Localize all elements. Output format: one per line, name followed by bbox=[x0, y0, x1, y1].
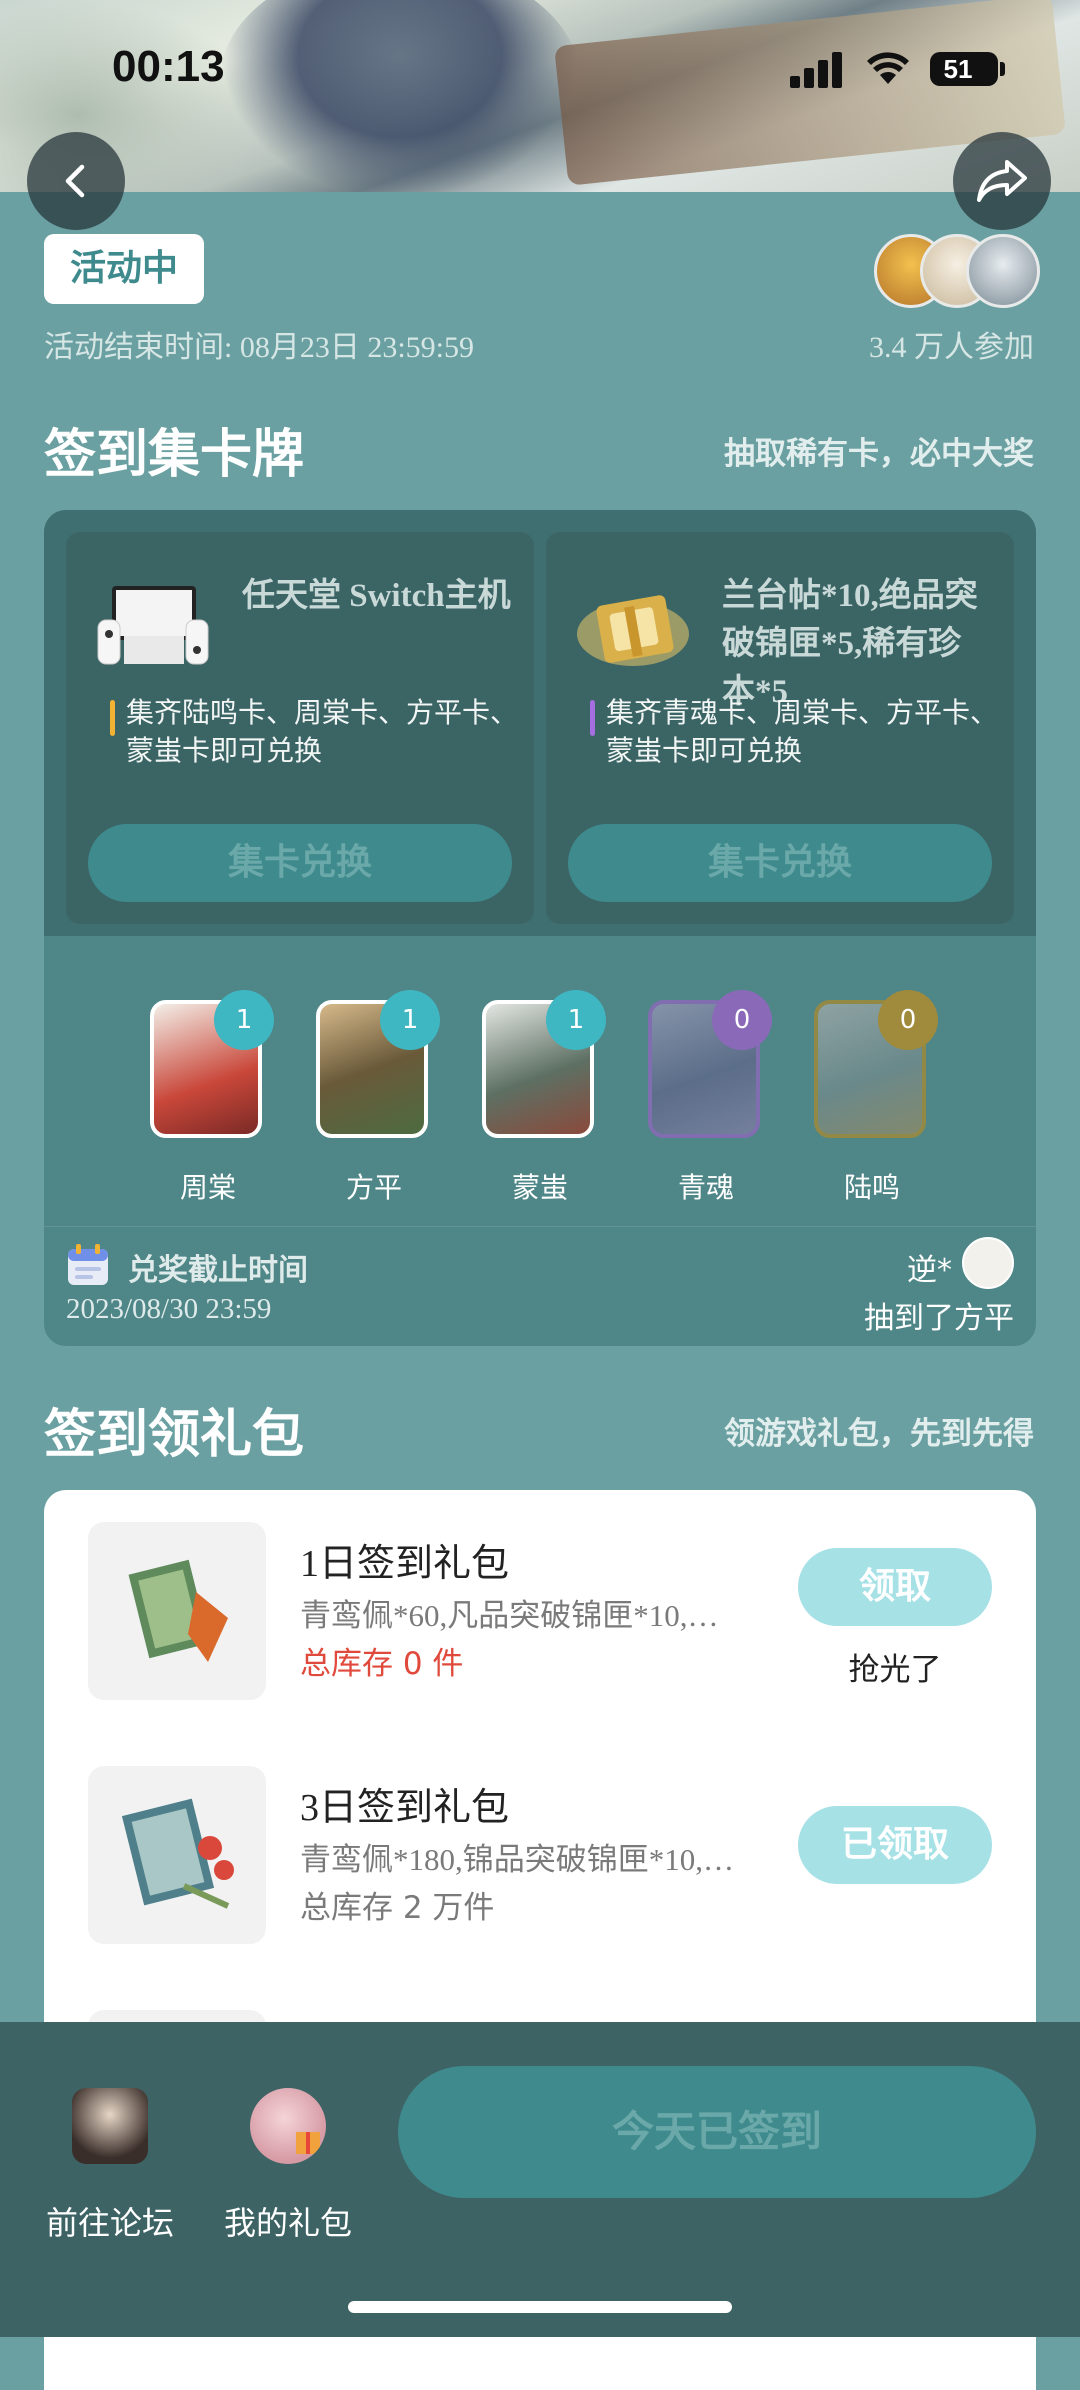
claimed-button[interactable]: 已领取 bbox=[798, 1806, 992, 1884]
card-name: 蒙蚩 bbox=[511, 1171, 568, 1204]
card-collection-panel: 任天堂 Switch主机 集齐陆鸣卡、周棠卡、方平卡、蒙蚩卡即可兑换 集卡兑换 … bbox=[44, 510, 1036, 1346]
activity-end-time: 活动结束时间: 08月23日 23:59:59 bbox=[44, 331, 475, 364]
home-indicator bbox=[348, 2301, 732, 2313]
forum-label: 前往论坛 bbox=[45, 2204, 174, 2242]
deadline-row: 兑奖截止时间 2023/08/30 23:59 逆* 抽到了方平 bbox=[44, 1226, 1036, 1346]
winner-name: 逆* bbox=[907, 1253, 952, 1288]
status-time: 00:13 bbox=[112, 42, 225, 91]
forum-icon bbox=[72, 2088, 148, 2164]
card-collection: 1 1 1 0 0 bbox=[44, 980, 1036, 1160]
prize-card: 任天堂 Switch主机 集齐陆鸣卡、周棠卡、方平卡、蒙蚩卡即可兑换 集卡兑换 bbox=[66, 532, 534, 924]
switch-console-icon bbox=[97, 586, 209, 665]
list-item: 1日签到礼包 青鸾佩*60,凡品突破锦匣*10,… 总库存 0 件 领取 抢光了 bbox=[44, 1490, 1036, 1700]
gift-detail: 青鸾佩*180,锦品突破锦匣*10,… bbox=[300, 1842, 734, 1877]
participant-avatars bbox=[874, 234, 1044, 310]
card-item[interactable]: 1 bbox=[316, 990, 440, 1138]
winner-message: 抽到了方平 bbox=[864, 1301, 1014, 1336]
signal-icon bbox=[790, 52, 846, 88]
card-count-badge: 1 bbox=[214, 990, 274, 1050]
battery-icon: 51 bbox=[930, 52, 998, 86]
card-name: 陆鸣 bbox=[843, 1171, 900, 1204]
battery-level: 51 bbox=[943, 54, 973, 84]
card-item[interactable]: 0 bbox=[648, 990, 772, 1138]
my-gifts-label: 我的礼包 bbox=[223, 2204, 352, 2242]
redeem-button[interactable]: 集卡兑换 bbox=[568, 824, 992, 902]
gift-section-title: 签到领礼包 bbox=[44, 1405, 305, 1465]
prize-name: 任天堂 Switch主机 bbox=[242, 578, 511, 614]
claim-button[interactable]: 领取 bbox=[798, 1548, 992, 1626]
wifi-icon bbox=[867, 52, 909, 84]
card-item[interactable]: 1 bbox=[482, 990, 606, 1138]
gift-detail: 青鸾佩*60,凡品突破锦匣*10,… bbox=[300, 1598, 719, 1633]
redeem-button[interactable]: 集卡兑换 bbox=[88, 824, 512, 902]
gift-icon bbox=[250, 2088, 326, 2164]
card-section-subtitle: 抽取稀有卡，必中大奖 bbox=[724, 436, 1034, 472]
gift-stock: 总库存 2 万件 bbox=[300, 1890, 495, 1926]
gift-pack-image bbox=[88, 1766, 266, 1944]
gift-title: 3日签到礼包 bbox=[300, 1787, 510, 1829]
sold-out-note: 抢光了 bbox=[848, 1652, 942, 1688]
card-count-badge: 1 bbox=[380, 990, 440, 1050]
share-icon bbox=[977, 160, 1027, 202]
prize-row: 任天堂 Switch主机 集齐陆鸣卡、周棠卡、方平卡、蒙蚩卡即可兑换 集卡兑换 … bbox=[44, 510, 1036, 936]
avatar bbox=[962, 1237, 1014, 1289]
bottom-bar: 前往论坛 我的礼包 今天已签到 bbox=[0, 2022, 1080, 2337]
forum-link[interactable]: 前往论坛 bbox=[40, 2066, 180, 2242]
back-button[interactable] bbox=[27, 132, 125, 230]
my-gifts-link[interactable]: 我的礼包 bbox=[218, 2066, 358, 2242]
list-item: 3日签到礼包 青鸾佩*180,锦品突破锦匣*10,… 总库存 2 万件 已领取 bbox=[44, 1734, 1036, 1944]
avatar bbox=[966, 234, 1040, 308]
gift-section-subtitle: 领游戏礼包，先到先得 bbox=[724, 1416, 1034, 1452]
prize-card: 兰台帖*10,绝品突破锦匣*5,稀有珍本*5 集齐青魂卡、周棠卡、方平卡、蒙蚩卡… bbox=[546, 532, 1014, 924]
card-name: 方平 bbox=[345, 1171, 402, 1204]
gift-box-icon bbox=[577, 595, 689, 666]
card-item[interactable]: 1 bbox=[150, 990, 274, 1138]
card-count-badge: 0 bbox=[878, 990, 938, 1050]
calendar-icon bbox=[68, 1244, 108, 1285]
card-section-title: 签到集卡牌 bbox=[44, 425, 305, 485]
card-name: 青魂 bbox=[677, 1171, 734, 1204]
signin-button[interactable]: 今天已签到 bbox=[398, 2066, 1036, 2198]
deadline-date: 2023/08/30 23:59 bbox=[66, 1293, 272, 1325]
activity-status-tag: 活动中 bbox=[44, 234, 204, 304]
card-count-badge: 0 bbox=[712, 990, 772, 1050]
card-item[interactable]: 0 bbox=[814, 990, 938, 1138]
deadline-label: 兑奖截止时间 bbox=[128, 1253, 308, 1288]
card-name: 周棠 bbox=[179, 1171, 236, 1204]
prize-description: 集齐陆鸣卡、周棠卡、方平卡、蒙蚩卡即可兑换 bbox=[110, 694, 526, 770]
gift-stock: 总库存 0 件 bbox=[300, 1646, 464, 1682]
prize-description: 集齐青魂卡、周棠卡、方平卡、蒙蚩卡即可兑换 bbox=[590, 694, 1006, 770]
participant-count: 3.4 万人参加 bbox=[869, 331, 1034, 364]
status-bar: 00:13 51 bbox=[0, 0, 1080, 140]
gift-title: 1日签到礼包 bbox=[300, 1543, 510, 1585]
gift-pack-image bbox=[88, 1522, 266, 1700]
share-button[interactable] bbox=[953, 132, 1051, 230]
chevron-left-icon bbox=[65, 164, 85, 198]
card-count-badge: 1 bbox=[546, 990, 606, 1050]
